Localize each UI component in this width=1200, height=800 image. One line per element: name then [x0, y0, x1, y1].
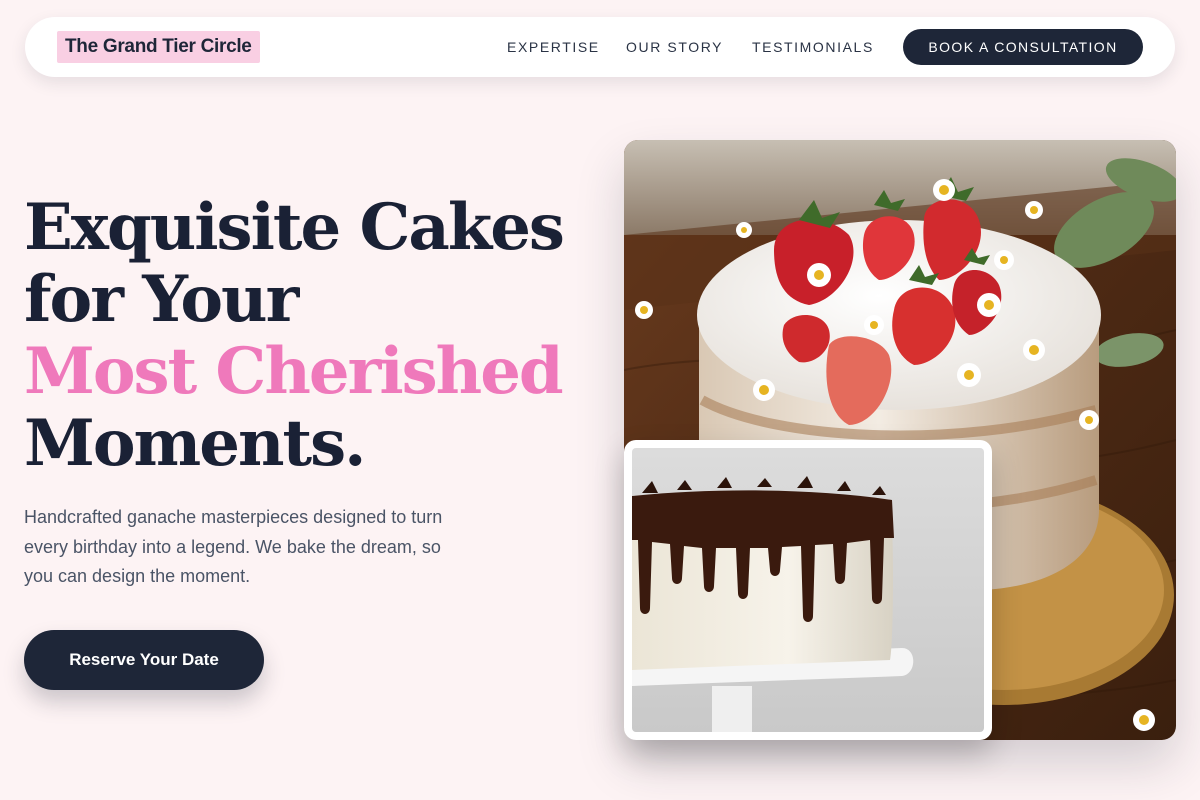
- inset-photo-frame: [632, 448, 984, 732]
- book-consultation-button[interactable]: BOOK A CONSULTATION: [903, 29, 1143, 65]
- chocolate-drip-cake-photo: [624, 440, 992, 740]
- hero-headline: Exquisite Cakes for Your Most Cherished …: [24, 192, 614, 480]
- nav-link-expertise[interactable]: EXPERTISE: [507, 38, 600, 56]
- nav-link-our-story[interactable]: OUR STORY: [626, 38, 723, 56]
- headline-line-2: for Your: [24, 262, 299, 337]
- top-navigation-bar: The Grand Tier Circle EXPERTISE OUR STOR…: [25, 17, 1175, 77]
- chocolate-cake-illustration: [632, 448, 984, 732]
- hero-description: Handcrafted ganache masterpieces designe…: [24, 507, 443, 586]
- reserve-date-button[interactable]: Reserve Your Date: [24, 630, 264, 690]
- nav-link-testimonials[interactable]: TESTIMONIALS: [752, 38, 874, 56]
- headline-line-1: Exquisite Cakes: [24, 190, 565, 265]
- headline-line-4: Moments.: [24, 406, 366, 481]
- brand-logo[interactable]: The Grand Tier Circle: [57, 31, 260, 63]
- headline-accent-line: Most Cherished: [24, 334, 564, 409]
